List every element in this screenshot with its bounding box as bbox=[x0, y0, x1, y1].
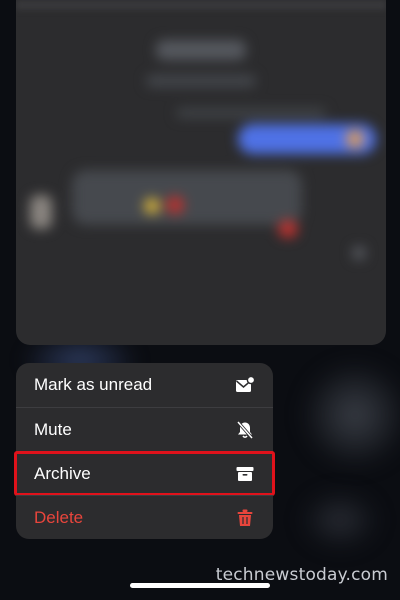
archive-menu-item[interactable]: Archive bbox=[14, 451, 275, 496]
mute-menu-item[interactable]: Mute bbox=[16, 407, 273, 451]
context-menu: Mark as unread Mute Archive Delete bbox=[14, 363, 275, 539]
blurred-emoji bbox=[166, 196, 184, 214]
blurred-emoji bbox=[144, 198, 160, 214]
blurred-emoji bbox=[346, 130, 364, 148]
blurred-timestamp bbox=[176, 108, 326, 118]
bell-slash-icon bbox=[235, 420, 255, 440]
envelope-badge-icon bbox=[235, 375, 255, 395]
home-indicator[interactable] bbox=[130, 583, 270, 588]
blurred-reaction bbox=[278, 220, 298, 238]
conversation-preview bbox=[16, 0, 386, 345]
menu-item-label: Mark as unread bbox=[34, 375, 153, 394]
mark-as-unread-menu-item[interactable]: Mark as unread bbox=[16, 363, 273, 407]
background-blur bbox=[300, 490, 380, 550]
delete-menu-item[interactable]: Delete bbox=[16, 495, 273, 539]
blurred-subtitle bbox=[146, 75, 256, 87]
blurred-conversation-content bbox=[16, 0, 386, 345]
trash-icon bbox=[235, 508, 255, 528]
blurred-indicator bbox=[352, 246, 366, 260]
menu-item-label: Delete bbox=[34, 507, 84, 527]
blurred-avatar bbox=[30, 195, 52, 229]
blurred-contact-name bbox=[156, 40, 246, 60]
watermark: technewstoday.com bbox=[215, 565, 388, 585]
menu-item-label: Archive bbox=[34, 463, 91, 483]
menu-item-label: Mute bbox=[34, 419, 72, 439]
archive-box-icon bbox=[235, 464, 255, 484]
background-blur bbox=[300, 360, 400, 470]
blurred-received-bubble bbox=[72, 170, 302, 225]
